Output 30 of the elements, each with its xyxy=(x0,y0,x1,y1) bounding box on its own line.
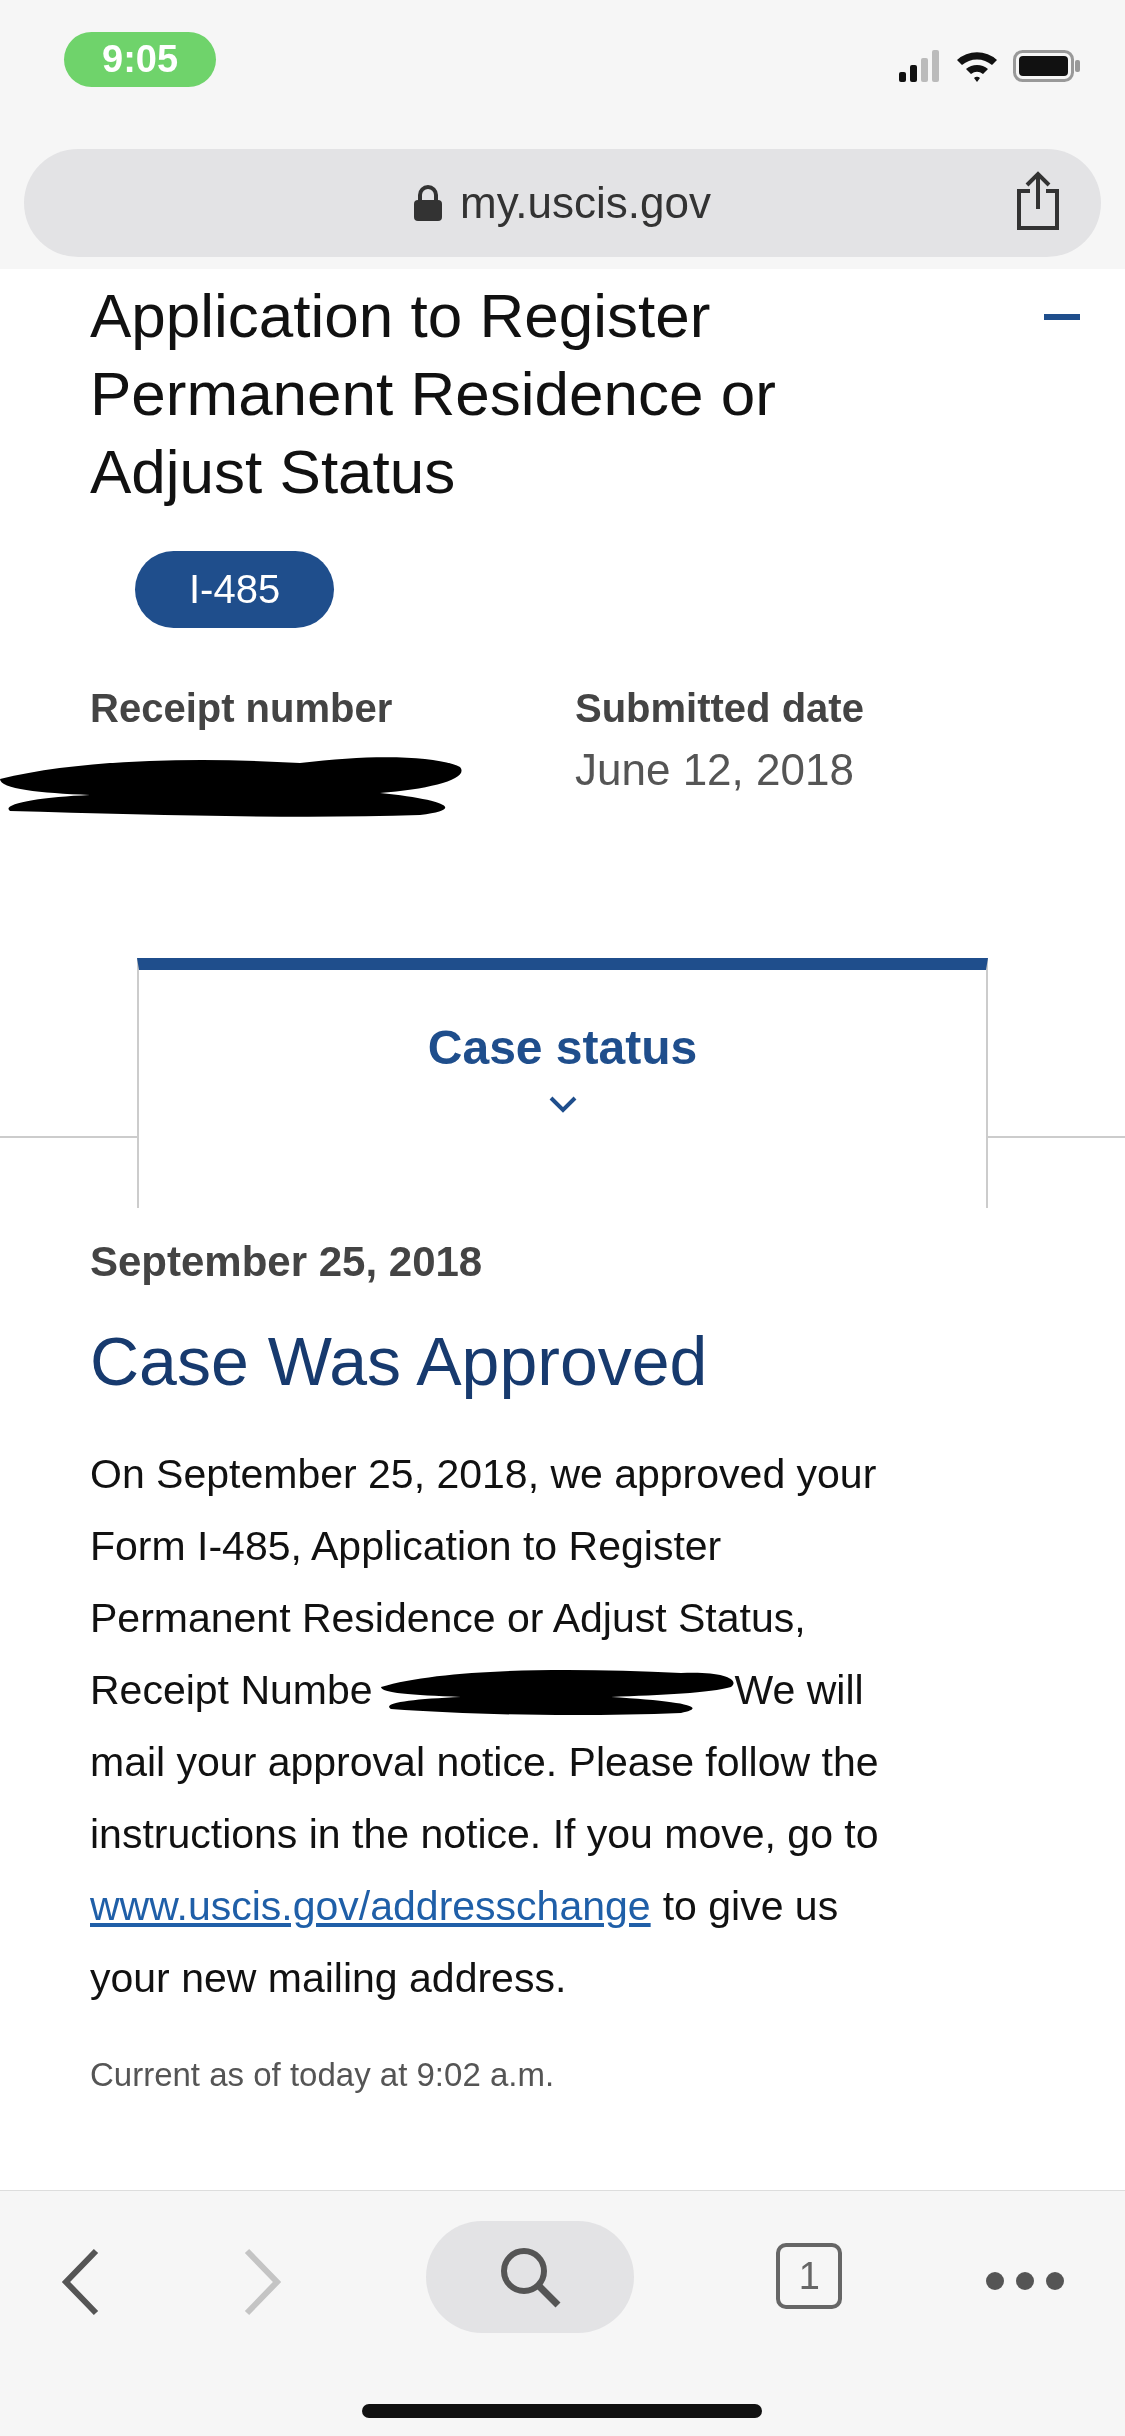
message-line: instructions in the notice. If you move, go to xyxy=(90,1810,879,1859)
url-text: my.uscis.gov xyxy=(460,178,711,228)
updated-time: Current as of today at 9:02 a.m. xyxy=(90,2056,556,2094)
message-line: Permanent Residence or Adjust Status, xyxy=(90,1594,806,1643)
address-bar[interactable]: my.uscis.gov xyxy=(24,149,1101,257)
more-icon[interactable] xyxy=(985,2271,1065,2291)
chevron-icon xyxy=(547,1095,578,1113)
receipt-label: Receipt number xyxy=(90,686,394,731)
wifi-icon xyxy=(955,50,999,82)
signal-icon xyxy=(899,50,941,82)
back-icon[interactable] xyxy=(60,2247,100,2317)
battery-icon xyxy=(1013,50,1081,82)
clock-time: 9:05 xyxy=(64,32,217,87)
submitted-label: Submitted date xyxy=(575,686,865,731)
case-title: Application to Register Permanent Residence or Adjust Status xyxy=(90,280,777,508)
lock-icon xyxy=(414,185,442,221)
form-badge: I-485 xyxy=(135,551,335,628)
case-status-tab[interactable]: Case status xyxy=(137,958,988,1208)
message-line: your new mailing address. xyxy=(90,1954,567,2003)
message-line: to give us xyxy=(662,1882,839,1931)
message-line: We will xyxy=(734,1666,864,1715)
address-change-link[interactable]: www.uscis.gov/addresschange xyxy=(90,1870,651,1942)
status-heading: Case Was Approved xyxy=(90,1322,709,1400)
message-line: mail your approval notice. Please follow the xyxy=(90,1738,879,1787)
message-line: On September 25, 2018, we approved your xyxy=(90,1450,877,1499)
message-line: Form I-485, Application to Register xyxy=(90,1522,722,1571)
message-line: Receipt Numbe xyxy=(90,1666,373,1715)
submitted-date: June 12, 2018 xyxy=(575,745,855,795)
tabs-button[interactable]: 1 xyxy=(776,2243,843,2309)
status-date: September 25, 2018 xyxy=(90,1238,484,1286)
